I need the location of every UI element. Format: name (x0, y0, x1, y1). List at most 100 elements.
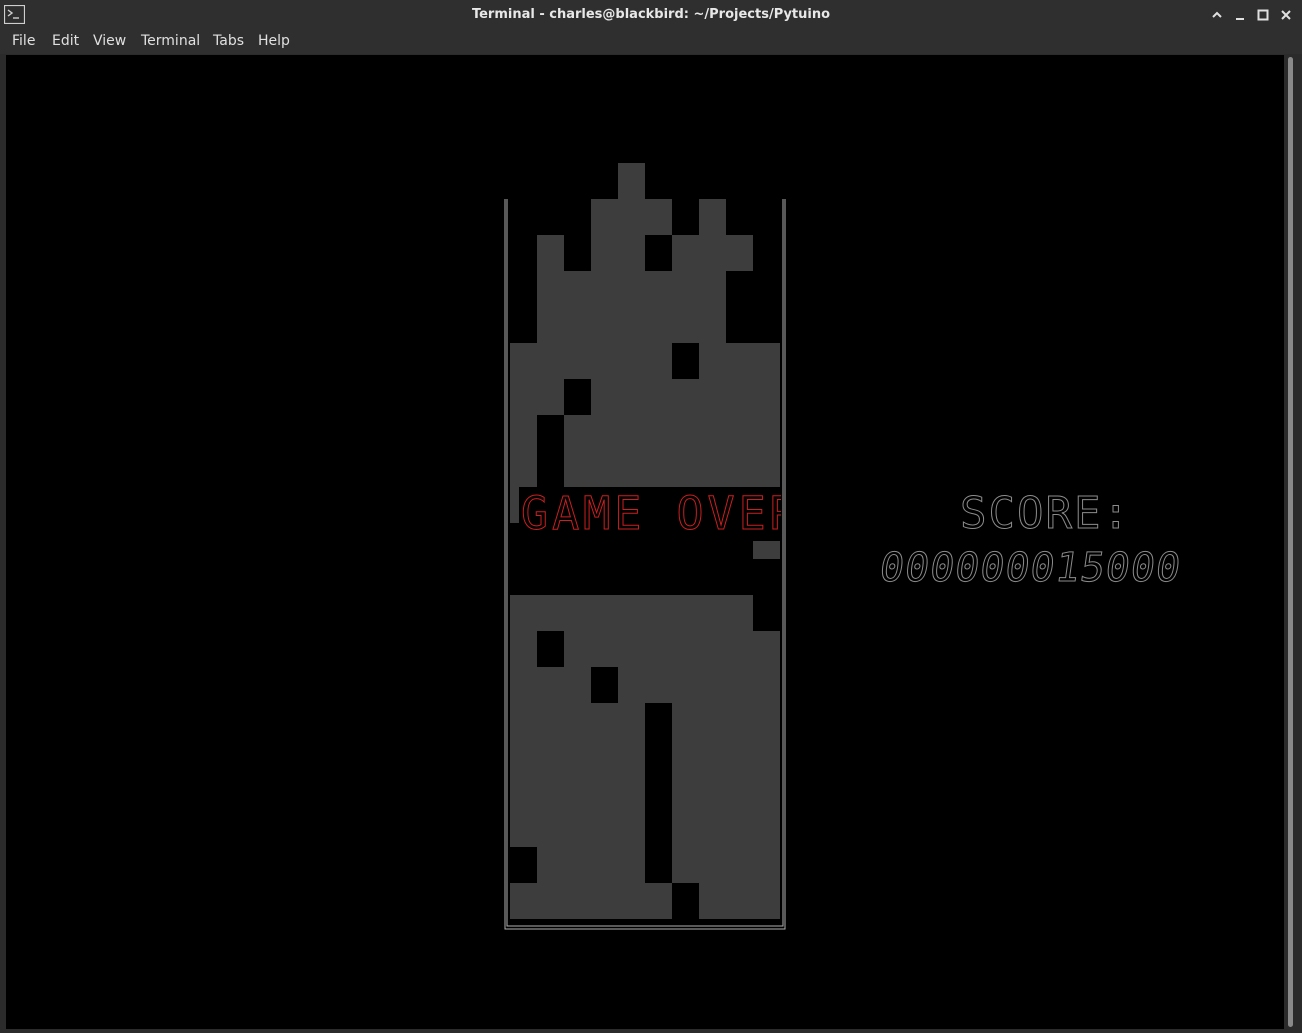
board-block (591, 703, 618, 739)
board-block (672, 703, 699, 739)
board-block (753, 451, 780, 487)
board-block (672, 667, 699, 703)
board-block (618, 271, 645, 307)
board-block (537, 883, 564, 919)
board-block (645, 595, 672, 631)
board-block (510, 811, 537, 847)
board-block (645, 667, 672, 703)
board-block (726, 379, 753, 415)
board-block (510, 379, 537, 415)
board-block (753, 775, 780, 811)
board-block (618, 235, 645, 271)
board-block (618, 343, 645, 379)
board-block (564, 739, 591, 775)
board-block (726, 235, 753, 271)
board-block (564, 703, 591, 739)
board-block (591, 595, 618, 631)
board-block (726, 451, 753, 487)
board-block (726, 703, 753, 739)
board-block (726, 595, 753, 631)
board-block (591, 847, 618, 883)
board-block (618, 415, 645, 451)
score-value: 000000015000 (876, 545, 1185, 592)
board-block (726, 811, 753, 847)
board-block (510, 451, 537, 487)
board-block (699, 235, 726, 271)
board-block (753, 883, 780, 919)
board-block (645, 451, 672, 487)
board-block (537, 811, 564, 847)
score-label: SCORE: (960, 488, 1131, 539)
board-block (537, 379, 564, 415)
board-block (618, 163, 645, 199)
board-block (591, 415, 618, 451)
board-block (753, 379, 780, 415)
board-block (510, 631, 537, 667)
board-block (699, 595, 726, 631)
board-block (753, 739, 780, 775)
board-block (618, 307, 645, 343)
board-block (726, 415, 753, 451)
game-over-banner: GAME OVER (519, 487, 781, 541)
board-block (672, 235, 699, 271)
board-block (564, 775, 591, 811)
board-block (591, 379, 618, 415)
board-block (618, 847, 645, 883)
board-block (753, 811, 780, 847)
board-block (537, 847, 564, 883)
board-block (726, 775, 753, 811)
board-block (672, 595, 699, 631)
board-block (753, 847, 780, 883)
board-block (645, 631, 672, 667)
board-block (672, 271, 699, 307)
board-block (672, 451, 699, 487)
board-block (564, 883, 591, 919)
board-block (564, 451, 591, 487)
board-block (726, 631, 753, 667)
board-block (591, 631, 618, 667)
board-block (537, 739, 564, 775)
board-block (699, 199, 726, 235)
board-block (672, 775, 699, 811)
board-block (672, 811, 699, 847)
board-block (618, 631, 645, 667)
board-block (537, 703, 564, 739)
board-block (753, 415, 780, 451)
board-block (753, 667, 780, 703)
board-block (537, 595, 564, 631)
board-block (510, 343, 537, 379)
board-block (753, 631, 780, 667)
board-block (699, 451, 726, 487)
board-block (672, 415, 699, 451)
board-block (537, 775, 564, 811)
board-block (618, 595, 645, 631)
board-block (618, 451, 645, 487)
board-block (618, 883, 645, 919)
board-block (699, 343, 726, 379)
board-block (591, 271, 618, 307)
board-block (591, 775, 618, 811)
board-block (672, 379, 699, 415)
board-block (699, 667, 726, 703)
board-block (618, 739, 645, 775)
board-block (564, 631, 591, 667)
board-block (618, 199, 645, 235)
board-block (564, 415, 591, 451)
board-block (564, 271, 591, 307)
board-block (726, 343, 753, 379)
board-block (564, 343, 591, 379)
board-block (753, 343, 780, 379)
board-block (537, 271, 564, 307)
board-block (726, 667, 753, 703)
board-block (726, 847, 753, 883)
board-block (564, 595, 591, 631)
board-block (699, 775, 726, 811)
board-block (591, 343, 618, 379)
board-block (699, 271, 726, 307)
board-block (753, 703, 780, 739)
board-block (699, 883, 726, 919)
board-block (537, 235, 564, 271)
board-block (699, 847, 726, 883)
board-block (564, 667, 591, 703)
board-block (618, 811, 645, 847)
